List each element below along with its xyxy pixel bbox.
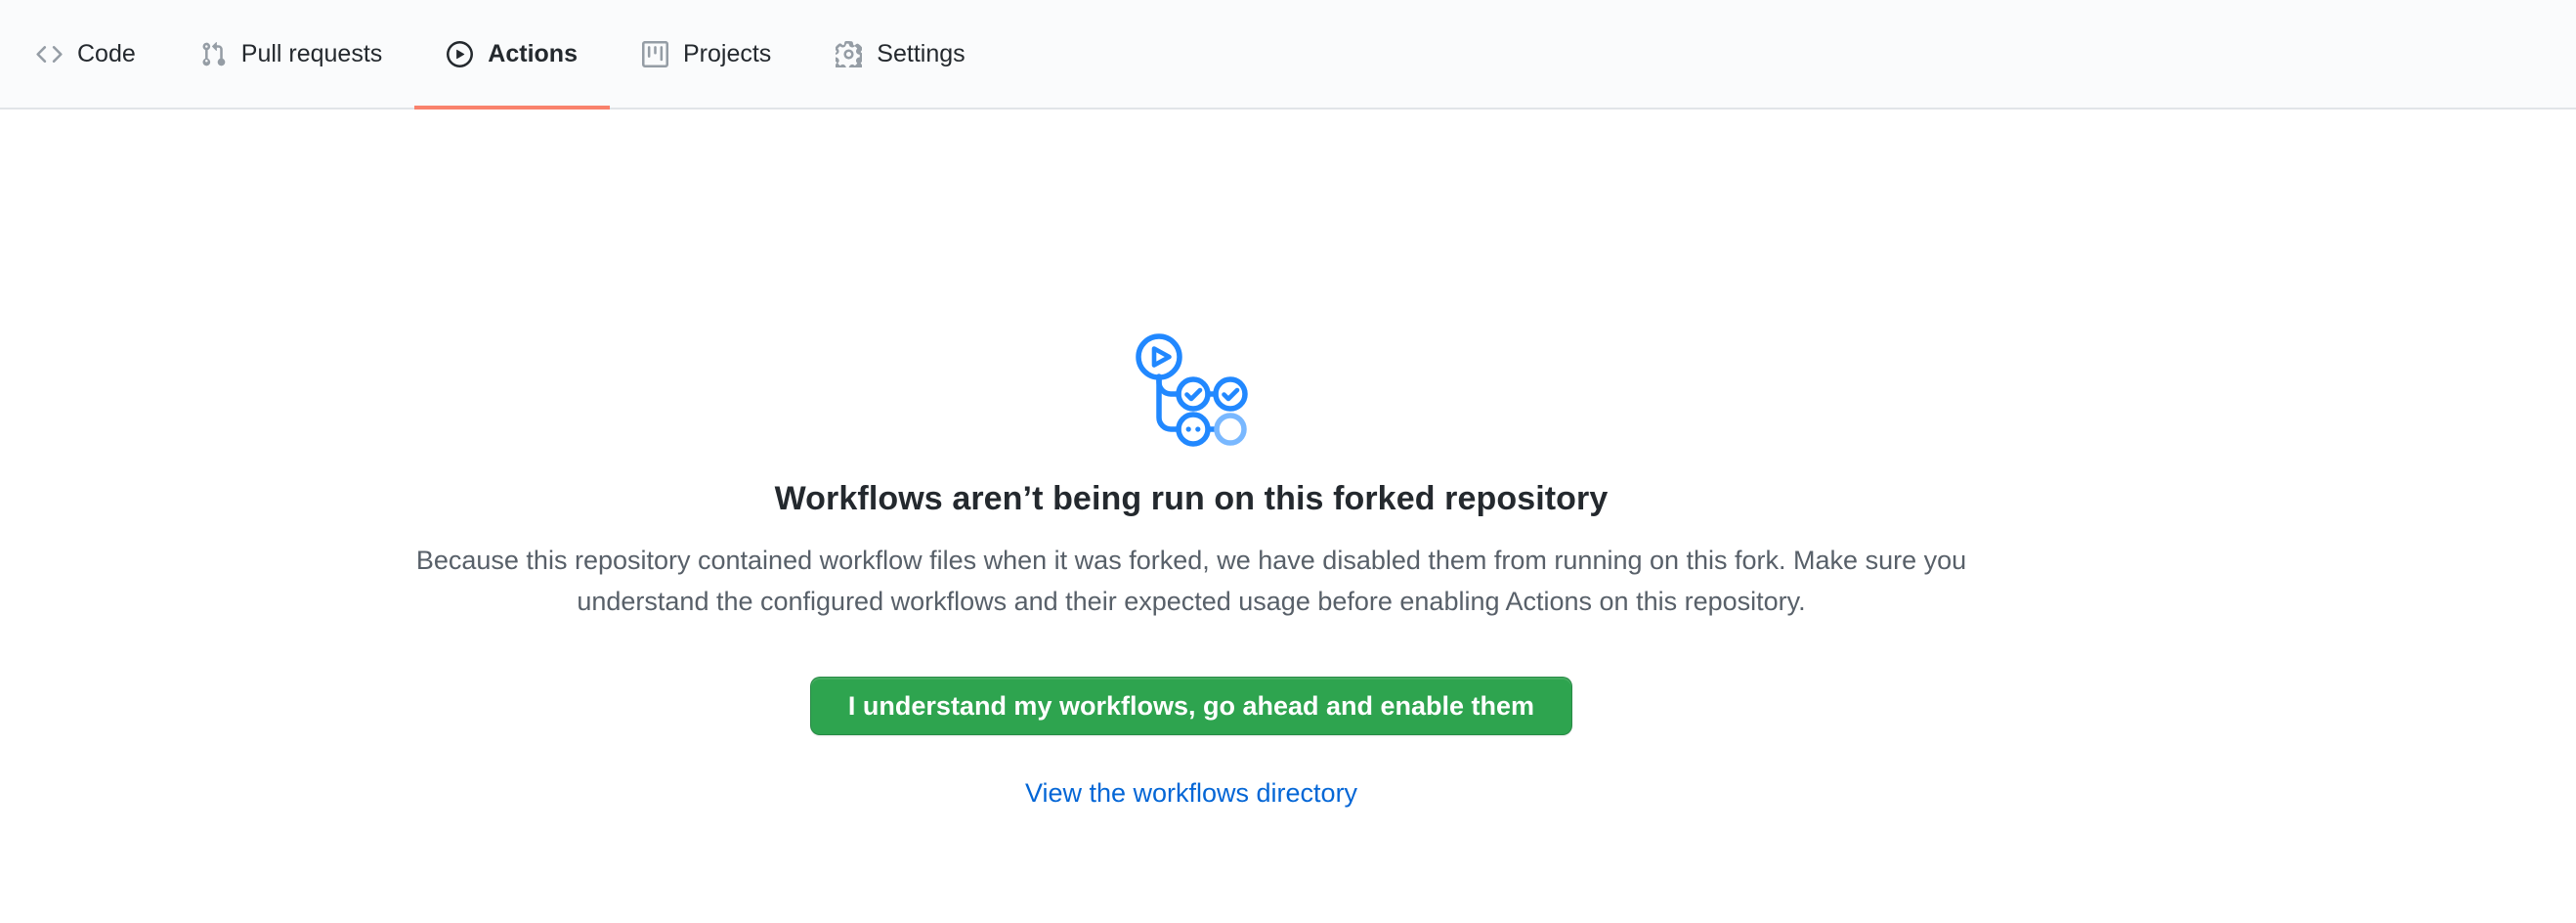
tab-pull-requests[interactable]: Pull requests bbox=[168, 0, 415, 108]
project-icon bbox=[642, 41, 668, 67]
actions-blankslate: Workflows aren’t being run on this forke… bbox=[0, 110, 2383, 809]
tab-code[interactable]: Code bbox=[4, 0, 168, 108]
tab-settings[interactable]: Settings bbox=[803, 0, 997, 108]
tab-projects[interactable]: Projects bbox=[610, 0, 803, 108]
gear-icon bbox=[836, 41, 862, 67]
repo-tab-nav: Code Pull requests Actions Projects Sett… bbox=[0, 0, 2576, 110]
tab-pull-requests-label: Pull requests bbox=[241, 42, 383, 66]
workflow-graph-icon bbox=[1133, 328, 1250, 447]
play-icon bbox=[447, 41, 473, 67]
tab-projects-label: Projects bbox=[683, 42, 771, 66]
code-icon bbox=[36, 41, 63, 67]
tab-actions-label: Actions bbox=[488, 42, 578, 66]
fork-workflows-description: Because this repository contained workfl… bbox=[390, 540, 1993, 622]
tab-actions[interactable]: Actions bbox=[414, 0, 610, 108]
view-workflows-directory-link[interactable]: View the workflows directory bbox=[1025, 778, 1357, 809]
enable-workflows-button[interactable]: I understand my workflows, go ahead and … bbox=[810, 677, 1572, 735]
page-title: Workflows aren’t being run on this forke… bbox=[775, 480, 1609, 518]
git-pull-request-icon bbox=[200, 41, 227, 67]
tab-code-label: Code bbox=[77, 42, 136, 66]
tab-settings-label: Settings bbox=[877, 42, 965, 66]
